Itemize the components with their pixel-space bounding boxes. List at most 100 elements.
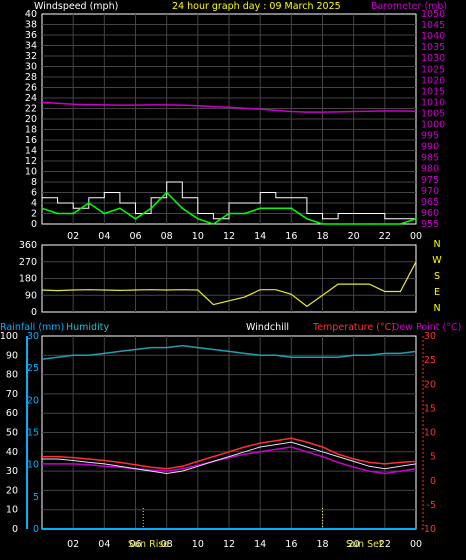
- rainfall-tick-label: 15: [27, 428, 39, 439]
- windspeed-point: [119, 207, 121, 210]
- windspeed-point: [87, 202, 90, 204]
- legend-temperature: Temperature (°C): [312, 322, 395, 333]
- wind-x-tick-label: 04: [98, 231, 110, 242]
- temperature-tick-label: 30: [424, 331, 436, 342]
- direction-compass-label: E: [434, 287, 440, 298]
- wind-x-tick-label: 16: [285, 231, 297, 242]
- barometer-tick-label: 1030: [421, 53, 445, 64]
- windspeed-point: [197, 217, 199, 220]
- windspeed-point: [337, 223, 339, 225]
- temperature-tick-label: 25: [424, 355, 436, 366]
- barometer-tick-label: 1015: [421, 86, 445, 97]
- wind-tick-label: 26: [25, 83, 37, 94]
- rainfall-tick-label: 0: [33, 524, 39, 535]
- wind-tick-label: 12: [25, 156, 37, 167]
- temp-x-tick-label: 04: [98, 539, 110, 550]
- barometer-tick-label: 1035: [421, 42, 445, 53]
- legend-windchill: Windchill: [246, 322, 289, 333]
- barometer-tick-label: 1020: [421, 75, 445, 86]
- direction-tick-label: 0: [31, 307, 37, 318]
- windspeed-point: [212, 223, 215, 225]
- wind-tick-label: 40: [25, 9, 37, 20]
- humidity-tick-label: 20: [6, 485, 18, 496]
- wind-tick-label: 6: [31, 188, 37, 199]
- windspeed-point: [134, 217, 137, 220]
- temp-x-tick-label: 18: [316, 539, 328, 550]
- humidity-tick-label: 90: [6, 350, 18, 361]
- chart-title: 24 hour graph day : 09 March 2025: [172, 1, 341, 12]
- windspeed-axis-title: Windspeed (mph): [34, 1, 118, 12]
- wind-x-tick-label: 00: [410, 231, 422, 242]
- windspeed-point: [181, 207, 184, 210]
- windspeed-point: [103, 212, 106, 215]
- barometer-tick-label: 995: [421, 131, 439, 142]
- sun-rise-label: Sun Rise: [128, 539, 169, 550]
- temp-x-tick-label: 10: [192, 539, 204, 550]
- wind-tick-label: 38: [25, 20, 37, 31]
- rainfall-tick-label: 5: [33, 492, 39, 503]
- wind-x-tick-label: 08: [161, 231, 173, 242]
- direction-compass-label: N: [433, 303, 440, 314]
- barometer-tick-label: 990: [421, 142, 439, 153]
- humidity-tick-label: 100: [0, 331, 18, 342]
- temperature-tick-label: 5: [430, 452, 436, 463]
- direction-tick-label: 90: [25, 290, 37, 301]
- sun-set-label: Sun Set: [346, 539, 383, 550]
- wind-x-tick-label: 20: [348, 231, 360, 242]
- humidity-tick-label: 0: [12, 524, 18, 535]
- barometer-tick-label: 1000: [421, 120, 445, 131]
- wind-tick-label: 0: [31, 219, 37, 230]
- barometer-tick-label: 970: [421, 186, 439, 197]
- wind-tick-label: 10: [25, 167, 37, 178]
- wind-tick-label: 8: [31, 177, 37, 188]
- wind-x-tick-label: 22: [379, 231, 391, 242]
- windspeed-point: [150, 207, 152, 210]
- windspeed-point: [274, 207, 277, 210]
- direction-compass-label: N: [433, 239, 440, 250]
- rainfall-tick-label: 10: [27, 460, 39, 471]
- direction-compass-label: W: [432, 255, 442, 266]
- temperature-tick-label: 15: [424, 403, 436, 414]
- windspeed-point: [321, 223, 324, 225]
- wind-tick-label: 14: [25, 146, 37, 157]
- barometer-tick-label: 1040: [421, 31, 445, 42]
- barometer-tick-label: 965: [421, 197, 439, 208]
- wind-tick-label: 36: [25, 30, 37, 41]
- barometer-tick-label: 960: [421, 208, 439, 219]
- windspeed-point: [290, 207, 293, 210]
- windspeed-point: [72, 212, 74, 215]
- barometer-tick-label: 1025: [421, 64, 445, 75]
- windspeed-point: [399, 223, 402, 225]
- wind-tick-label: 32: [25, 51, 37, 62]
- wind-tick-label: 20: [25, 114, 37, 125]
- rainfall-tick-label: 25: [27, 363, 39, 374]
- direction-tick-label: 360: [19, 240, 37, 251]
- wind-x-tick-label: 06: [129, 231, 141, 242]
- temp-x-tick-label: 16: [285, 539, 297, 550]
- wind-tick-label: 2: [31, 209, 37, 220]
- barometer-tick-label: 1010: [421, 97, 445, 108]
- weather-chart-svg: Windspeed (mph) 24 hour graph day : 09 M…: [0, 1, 461, 550]
- wind-x-tick-label: 10: [192, 231, 204, 242]
- windspeed-point: [415, 217, 417, 220]
- humidity-tick-label: 30: [6, 466, 18, 477]
- humidity-tick-label: 80: [6, 370, 18, 381]
- barometer-tick-label: 1050: [421, 9, 445, 20]
- temp-x-tick-label: 14: [254, 539, 266, 550]
- wind-tick-label: 30: [25, 62, 37, 73]
- temperature-tick-label: 10: [424, 428, 436, 439]
- temperature-tick-label: -5: [427, 500, 436, 511]
- wind-tick-label: 22: [25, 104, 37, 115]
- humidity-tick-label: 10: [6, 505, 18, 516]
- temp-x-tick-label: 00: [410, 539, 422, 550]
- windspeed-point: [259, 207, 261, 210]
- temperature-tick-label: 20: [424, 379, 436, 390]
- humidity-tick-label: 70: [6, 389, 18, 400]
- humidity-tick-label: 50: [6, 428, 18, 439]
- windspeed-point: [352, 223, 355, 225]
- barometer-tick-label: 975: [421, 175, 439, 186]
- direction-tick-label: 270: [19, 257, 37, 268]
- wind-x-tick-label: 02: [67, 231, 79, 242]
- temperature-tick-label: 0: [430, 476, 436, 487]
- wind-x-tick-label: 18: [316, 231, 328, 242]
